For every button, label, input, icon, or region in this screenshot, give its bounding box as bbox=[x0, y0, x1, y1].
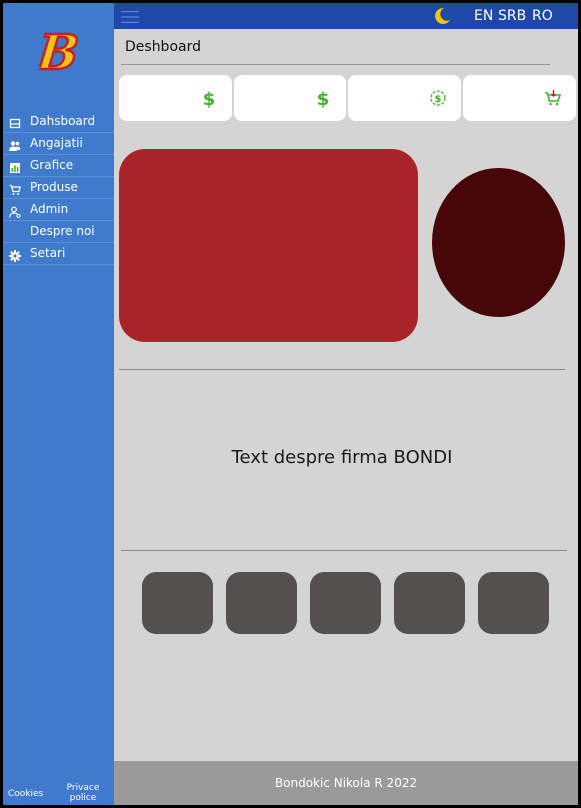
sidebar-item-label: Angajatii bbox=[30, 136, 83, 150]
about-company-text: Text despre firma BONDI bbox=[231, 447, 453, 468]
language-srb-button[interactable]: SRB bbox=[498, 8, 526, 24]
svg-text:$: $ bbox=[317, 89, 330, 108]
svg-text:$: $ bbox=[203, 89, 216, 108]
sidebar-item-angajatii[interactable]: Angajatii bbox=[3, 133, 114, 155]
admin-user-icon bbox=[9, 204, 21, 218]
page-title: Deshboard bbox=[125, 39, 201, 55]
language-en-button[interactable]: EN bbox=[474, 8, 493, 24]
dollar-cycle-icon: $ bbox=[429, 88, 447, 108]
logo-letter: B bbox=[39, 25, 81, 79]
action-button-4[interactable] bbox=[394, 572, 465, 634]
sidebar-item-grafice[interactable]: Grafice bbox=[3, 155, 114, 177]
sidebar-item-setari[interactable]: Setari bbox=[3, 243, 114, 265]
cart-icon bbox=[9, 182, 22, 195]
cookies-link[interactable]: Cookies bbox=[8, 789, 43, 799]
brand-logo[interactable]: B bbox=[32, 24, 83, 82]
users-icon bbox=[9, 138, 21, 151]
divider bbox=[119, 369, 565, 370]
featured-ellipse bbox=[432, 168, 565, 317]
privacy-policy-link[interactable]: Privace police bbox=[63, 783, 103, 803]
action-button-5[interactable] bbox=[478, 572, 549, 634]
action-button-3[interactable] bbox=[310, 572, 381, 634]
action-button-2[interactable] bbox=[226, 572, 297, 634]
sidebar-item-produse[interactable]: Produse bbox=[3, 177, 114, 199]
action-button-1[interactable] bbox=[142, 572, 213, 634]
stat-card[interactable]: $ bbox=[119, 75, 232, 121]
sidebar: B Dahsboard Angajatii Grafice Produse Ad… bbox=[3, 3, 114, 805]
sidebar-item-label: Admin bbox=[30, 202, 69, 216]
app-frame: B Dahsboard Angajatii Grafice Produse Ad… bbox=[3, 3, 578, 805]
divider bbox=[121, 550, 567, 551]
stat-card[interactable]: $ bbox=[348, 75, 461, 121]
featured-panel bbox=[119, 149, 418, 342]
sidebar-menu: Dahsboard Angajatii Grafice Produse Admi… bbox=[3, 111, 114, 265]
moon-icon[interactable] bbox=[432, 6, 452, 26]
sidebar-item-label: Setari bbox=[30, 246, 66, 260]
sidebar-item-dashboard[interactable]: Dahsboard bbox=[3, 111, 114, 133]
top-bar: EN SRB RO bbox=[114, 3, 578, 29]
dollar-icon: $ bbox=[314, 88, 332, 110]
sidebar-item-despre-noi[interactable]: Despre noi bbox=[3, 221, 114, 243]
hamburger-icon[interactable] bbox=[121, 9, 139, 23]
sidebar-item-label: Dahsboard bbox=[30, 114, 96, 128]
shopping-cart-icon bbox=[544, 88, 562, 108]
chart-icon bbox=[9, 160, 21, 173]
stat-card[interactable] bbox=[463, 75, 576, 121]
sidebar-item-label: Grafice bbox=[30, 158, 74, 172]
sidebar-footer-links: Cookies Privace police bbox=[3, 775, 114, 805]
gear-icon bbox=[9, 248, 21, 262]
dollar-icon: $ bbox=[200, 88, 218, 110]
divider bbox=[121, 64, 550, 65]
page-footer: Bondokic Nikola R 2022 bbox=[114, 761, 578, 805]
sidebar-item-label: Produse bbox=[30, 180, 78, 194]
stat-card[interactable]: $ bbox=[234, 75, 346, 121]
sidebar-item-admin[interactable]: Admin bbox=[3, 199, 114, 221]
dashboard-icon bbox=[9, 116, 21, 129]
svg-text:$: $ bbox=[435, 94, 442, 105]
sidebar-item-label: Despre noi bbox=[30, 224, 95, 238]
language-ro-button[interactable]: RO bbox=[532, 8, 553, 24]
